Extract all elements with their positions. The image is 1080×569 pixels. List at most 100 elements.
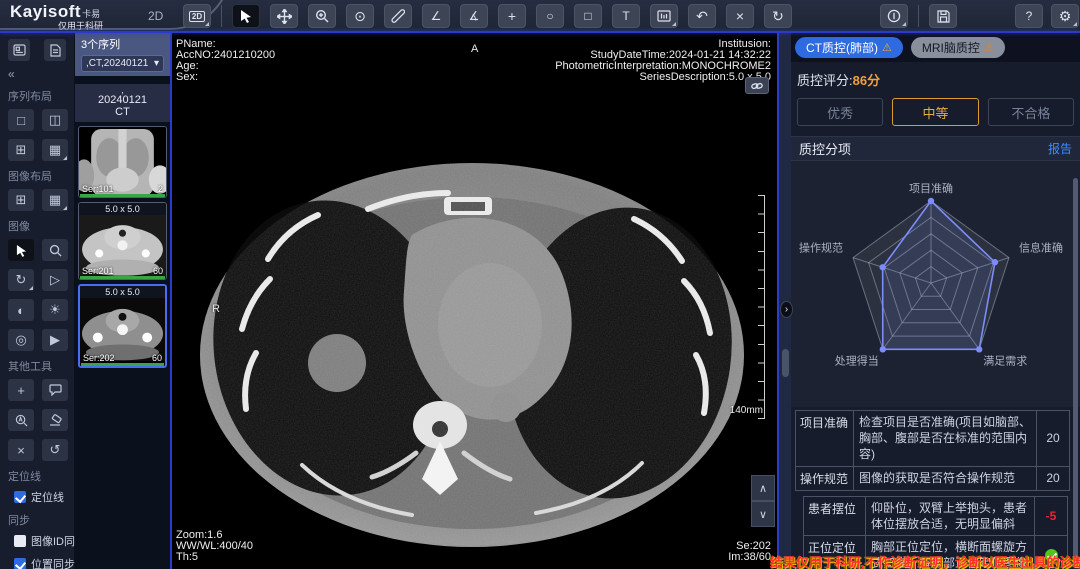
study-info-overlay: Institusion: StudyDateTime:2024-01-21 14… xyxy=(555,39,771,83)
qc-score-label: 质控评分: xyxy=(797,73,853,88)
thumb-count: 60 xyxy=(152,353,162,363)
toolbar-far-right-group: ? ⚙ xyxy=(1015,4,1079,28)
expand-panel-button[interactable]: › xyxy=(780,301,793,318)
series-layout-1x2-button[interactable]: ◫ xyxy=(42,109,68,131)
pan-icon xyxy=(277,9,292,24)
series-thumbnail-202[interactable]: 5.0 x 5.0 Ser:20260 xyxy=(78,284,167,368)
collapse-sidebar-icon[interactable]: « xyxy=(8,67,66,81)
help-button[interactable]: ? xyxy=(1015,4,1043,28)
image-flip-button[interactable]: ▷ xyxy=(42,269,68,291)
qc-scrollbar-thumb[interactable] xyxy=(1073,178,1078,568)
zoom-in-icon xyxy=(315,9,329,23)
image-rotate-button[interactable]: ↻ xyxy=(8,269,34,291)
grade-fail-button[interactable]: 不合格 xyxy=(988,98,1074,126)
reset-view-button[interactable]: ↻ xyxy=(764,4,792,28)
tool-reset-button[interactable]: ↺ xyxy=(42,439,68,461)
svg-text:满足需求: 满足需求 xyxy=(983,354,1027,367)
series-layout-2x2-button[interactable]: ⊞ xyxy=(8,139,34,161)
slice-up-button[interactable]: ∧ xyxy=(751,475,775,501)
row-desc: 图像的获取是否符合操作规范 xyxy=(854,467,1037,490)
study-selector-dropdown[interactable]: ,CT,20240121 ▾ xyxy=(81,55,164,72)
image-layout-grid-button[interactable]: ▦ xyxy=(42,189,68,211)
grade-excellent-button[interactable]: 优秀 xyxy=(797,98,883,126)
svg-text:项目准确: 项目准确 xyxy=(909,182,953,195)
tool-eraser-button[interactable] xyxy=(42,409,68,431)
image-layout-2x2-button[interactable]: ⊞ xyxy=(8,189,34,211)
warning-icon: ⚠ xyxy=(882,41,892,54)
settings-button[interactable]: ⚙ xyxy=(1051,4,1079,28)
series-layout-grid-button[interactable]: ▦ xyxy=(42,139,68,161)
series-layout-1x1-button[interactable]: □ xyxy=(8,109,34,131)
rotate-icon: ↻ xyxy=(16,272,27,288)
sync-image-id-row[interactable]: 图像ID同步 xyxy=(14,533,66,549)
tab-label: CT质控(肺部) xyxy=(806,39,878,56)
zoom-tool-button[interactable] xyxy=(308,4,336,28)
position-sync-checkbox[interactable] xyxy=(14,558,26,569)
table-row[interactable]: 操作规范 图像的获取是否符合操作规范 20 xyxy=(795,467,1070,491)
divider-scrollbar-thumb[interactable] xyxy=(782,349,789,377)
table-row[interactable]: 项目准确 检查项目是否准确(项目如脑部、胸部、腹部是否在标准的范围内容) 20 xyxy=(795,410,1070,467)
text-annotation-button[interactable]: T xyxy=(612,4,640,28)
close-icon: × xyxy=(17,443,25,458)
tool-delete-button[interactable]: × xyxy=(8,439,34,461)
row-desc: 仰卧位，双臂上举抱头，患者体位摆放合适，无明显偏斜 xyxy=(866,497,1035,535)
thumb-progress-bar xyxy=(80,194,165,197)
probe-tool-button[interactable]: + xyxy=(498,4,526,28)
axial-thumbnail-image xyxy=(80,298,165,361)
info-button[interactable] xyxy=(880,4,908,28)
layout-grid-icon: ▦ xyxy=(49,192,61,208)
gear-icon: ⚙ xyxy=(1059,8,1072,25)
layout-mode-button[interactable]: 2D xyxy=(183,4,211,28)
image-id-sync-checkbox[interactable] xyxy=(14,535,26,547)
image-magnifier-button[interactable] xyxy=(42,239,68,261)
wl-preset-button[interactable] xyxy=(650,4,678,28)
cursor-icon xyxy=(16,244,27,257)
scout-line-label: 定位线 xyxy=(31,489,64,505)
image-focus-button[interactable]: ◎ xyxy=(8,329,34,351)
tab-ct-lung-qc[interactable]: CT质控(肺部) ⚠ xyxy=(795,37,903,58)
report-panel-button[interactable] xyxy=(44,39,66,61)
layout-grid-icon: ▦ xyxy=(49,142,61,158)
tab-mri-brain-qc[interactable]: MRI脑质控 ⚠ xyxy=(911,37,1005,58)
slice-down-button[interactable]: ∨ xyxy=(751,501,775,527)
report-link[interactable]: 报告 xyxy=(1048,140,1072,157)
undo-icon: ↶ xyxy=(696,8,708,25)
image-brightness-button[interactable]: ☀ xyxy=(42,299,68,321)
ellipse-roi-button[interactable]: ○ xyxy=(536,4,564,28)
angle-measure-button[interactable]: ∠ xyxy=(422,4,450,28)
series-panel-toggle-button[interactable] xyxy=(8,39,30,61)
image-cursor-button[interactable] xyxy=(8,239,34,261)
sync-position-row[interactable]: 位置同步 xyxy=(14,556,66,569)
grade-medium-button[interactable]: 中等 xyxy=(892,98,978,126)
cursor-tool-button[interactable] xyxy=(232,4,260,28)
rect-roi-button[interactable]: □ xyxy=(574,4,602,28)
tool-probe-button[interactable]: + xyxy=(8,379,34,401)
main-image-viewport[interactable]: PName: AccNO:2401210200 Age: Sex: Instit… xyxy=(170,33,777,569)
series-panel-icon xyxy=(13,44,26,56)
scout-line-checkbox[interactable] xyxy=(14,491,26,503)
window-level-tool-button[interactable]: ⊙ xyxy=(346,4,374,28)
pacs-viewer-app: Kayisoft卡易 仅用于科研 2D 2D ⊙ ∠ ∡ + ○ □ xyxy=(0,0,1080,569)
series-thumbnail-201[interactable]: 5.0 x 5.0 Ser:20160 xyxy=(78,202,167,280)
link-series-button[interactable] xyxy=(745,77,769,94)
scout-line-checkbox-row[interactable]: 定位线 xyxy=(14,489,66,505)
tool-magnify-text-button[interactable] xyxy=(8,409,34,431)
tool-annotation-button[interactable] xyxy=(42,379,68,401)
orientation-right-marker: R xyxy=(212,303,220,315)
series-thumbnail-101[interactable]: Ser:1012 xyxy=(78,126,167,198)
table-row[interactable]: 患者摆位 仰卧位，双臂上举抱头，患者体位摆放合适，无明显偏斜 -5 xyxy=(803,496,1068,536)
rect-roi-icon: □ xyxy=(584,9,591,23)
radar-chart-svg: 项目准确信息准确满足需求处理得当操作规范 xyxy=(791,161,1071,407)
undo-button[interactable]: ↶ xyxy=(688,4,716,28)
image-invert-button[interactable]: ◐ xyxy=(8,299,34,321)
position-sync-label: 位置同步 xyxy=(31,556,75,569)
image-number: Im:38/60 xyxy=(728,552,771,563)
cobb-angle-button[interactable]: ∡ xyxy=(460,4,488,28)
save-button[interactable] xyxy=(929,4,957,28)
image-cine-play-button[interactable]: ▶ xyxy=(42,329,68,351)
length-measure-button[interactable] xyxy=(384,4,412,28)
delete-annotation-button[interactable]: × xyxy=(726,4,754,28)
study-group-label: , 20240121 CT xyxy=(75,84,170,122)
pan-tool-button[interactable] xyxy=(270,4,298,28)
thickness-value: Th:5 xyxy=(176,552,253,563)
